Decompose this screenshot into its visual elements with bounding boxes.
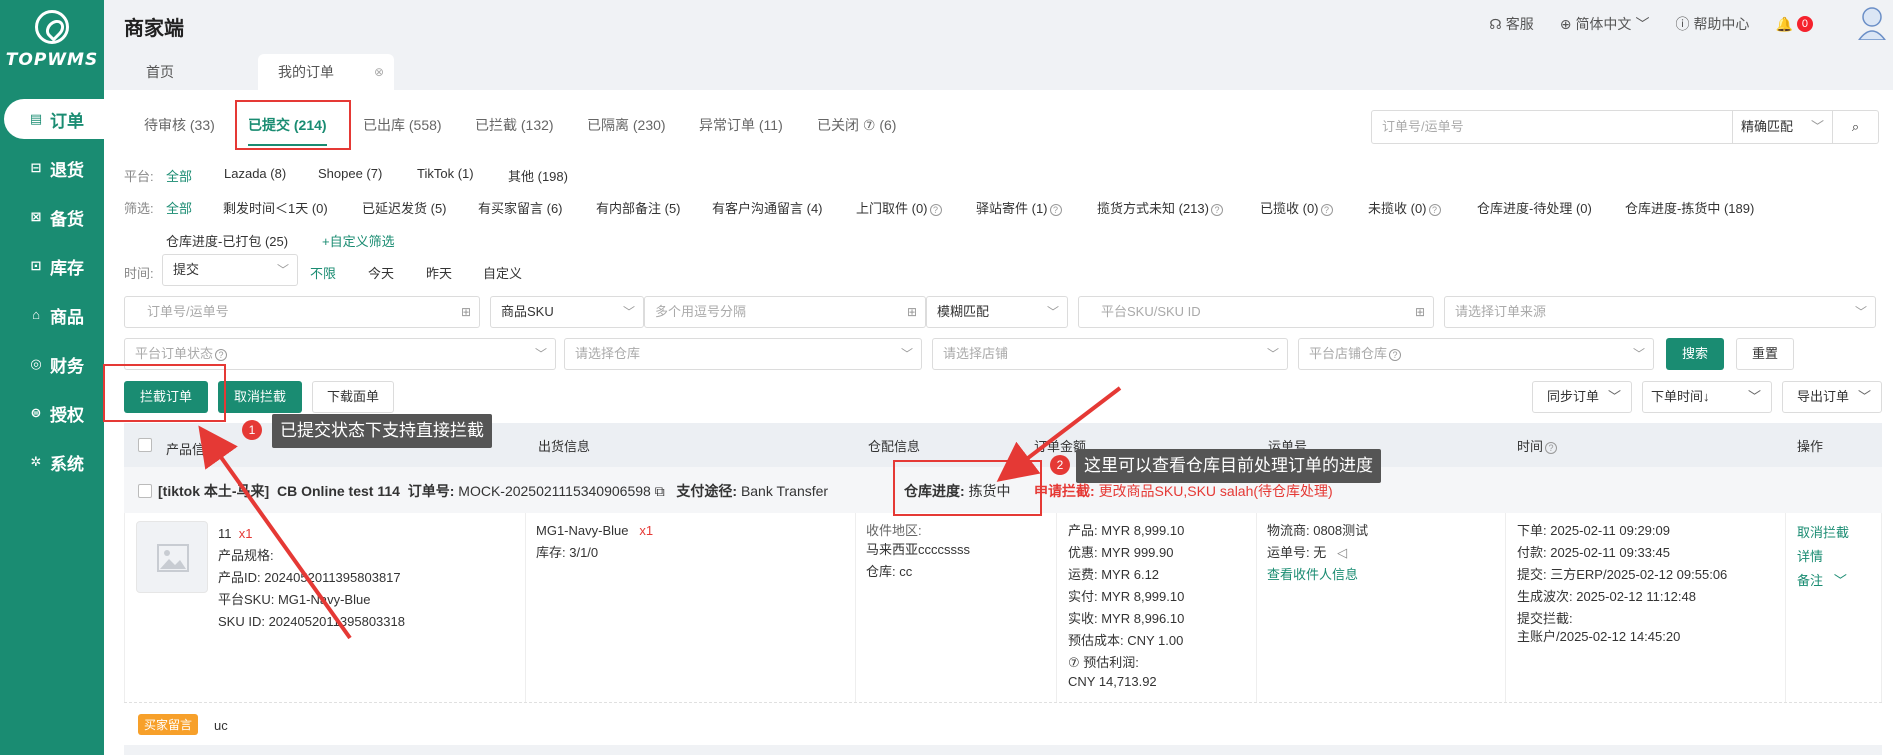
annotation-number-2: 2 <box>1050 455 1070 475</box>
arrow-1 <box>198 425 352 640</box>
annotation-arrows <box>198 386 1122 640</box>
annotation-2: 这里可以查看仓库目前处理订单的进度 <box>1076 449 1381 483</box>
annotation-number-1: 1 <box>242 420 262 440</box>
annotation-1: 已提交状态下支持直接拦截 <box>272 414 492 448</box>
